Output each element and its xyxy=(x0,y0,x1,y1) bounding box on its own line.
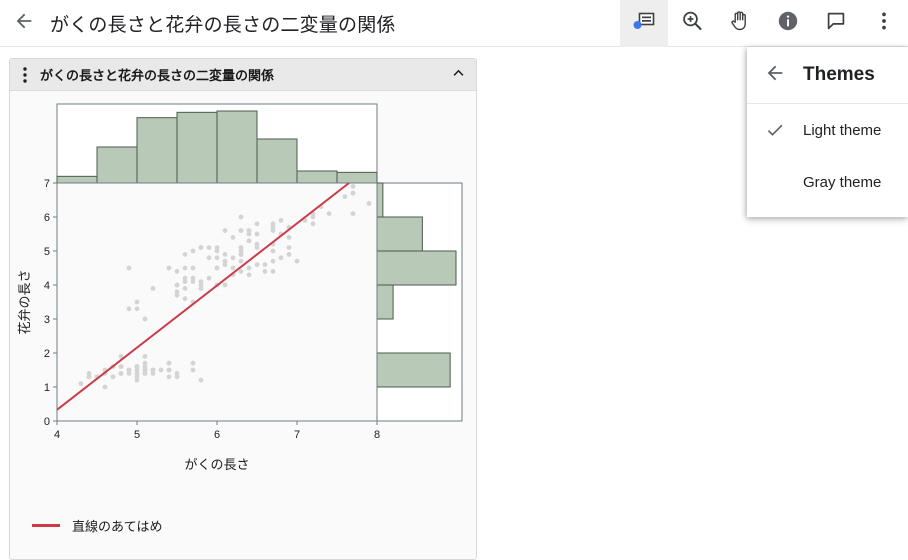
check-icon xyxy=(747,120,803,140)
themes-menu-header: Themes xyxy=(747,47,908,104)
pan-hand-icon xyxy=(728,9,752,38)
pan-button[interactable] xyxy=(716,0,764,47)
legend-label: 直線のあてはめ xyxy=(72,519,163,534)
page-title: がくの長さと花弁の長さの二変量の関係 xyxy=(50,14,396,36)
svg-text:4: 4 xyxy=(44,280,50,292)
svg-text:1: 1 xyxy=(44,382,50,394)
more-vert-icon xyxy=(874,9,894,38)
themes-back-button[interactable] xyxy=(747,47,803,103)
zoom-button[interactable] xyxy=(668,0,716,47)
theme-option-label: Gray theme xyxy=(803,173,882,191)
annotations-icon xyxy=(631,10,657,37)
svg-text:7: 7 xyxy=(294,429,300,441)
legend-color-swatch xyxy=(32,524,60,527)
svg-text:6: 6 xyxy=(214,429,220,441)
theme-option-label: Light theme xyxy=(803,121,882,139)
zoom-in-icon xyxy=(680,9,704,38)
bivariate-scatter-plot[interactable]: 4 5 6 7 8 0 1 2 3 4 5 6 7 がくの長さ 花弁の長さ xyxy=(10,91,476,511)
annotations-button[interactable] xyxy=(620,0,668,47)
chart-legend: 直線のあてはめ xyxy=(32,516,162,535)
chart-card-header: がくの長さと花弁の長さの二変量の関係 xyxy=(10,59,476,91)
svg-text:6: 6 xyxy=(44,212,50,224)
svg-text:がくの長さ: がくの長さ xyxy=(184,457,249,472)
svg-text:0: 0 xyxy=(44,416,50,428)
info-icon xyxy=(776,9,800,38)
svg-text:7: 7 xyxy=(44,178,50,190)
arrow-left-icon xyxy=(13,10,35,37)
comment-icon xyxy=(824,9,848,38)
chart-card-body: 4567801234567がくの長さ花弁の長さ 直線のあてはめ 直線のあてはめ xyxy=(10,91,476,559)
theme-option-light[interactable]: Light theme xyxy=(747,104,908,156)
chevron-up-icon xyxy=(450,64,467,86)
svg-text:4: 4 xyxy=(54,429,60,441)
themes-menu-title: Themes xyxy=(803,64,875,85)
svg-text:5: 5 xyxy=(134,429,140,441)
toolbar-actions xyxy=(620,0,908,47)
info-button[interactable] xyxy=(764,0,812,47)
arrow-left-icon xyxy=(764,62,786,89)
chart-card: がくの長さと花弁の長さの二変量の関係 4 5 6 7 8 0 1 2 3 4 5 6 7 がくの長さ 花弁の… xyxy=(9,58,477,560)
svg-text:5: 5 xyxy=(44,246,50,258)
comment-button[interactable] xyxy=(812,0,860,47)
collapse-button[interactable] xyxy=(440,59,476,91)
svg-text:花弁の長さ: 花弁の長さ xyxy=(17,269,32,334)
drag-handle-icon[interactable] xyxy=(10,59,40,91)
themes-menu: Themes Light theme Gray theme xyxy=(747,47,908,217)
svg-text:2: 2 xyxy=(44,348,50,360)
svg-text:8: 8 xyxy=(374,429,380,441)
back-button[interactable] xyxy=(0,0,48,47)
more-options-button[interactable] xyxy=(860,0,908,47)
chart-card-title: がくの長さと花弁の長さの二変量の関係 xyxy=(40,68,275,83)
theme-option-gray[interactable]: Gray theme xyxy=(747,156,908,208)
svg-text:3: 3 xyxy=(44,314,50,326)
app-bar: がくの長さと花弁の長さの二変量の関係 xyxy=(0,0,908,47)
